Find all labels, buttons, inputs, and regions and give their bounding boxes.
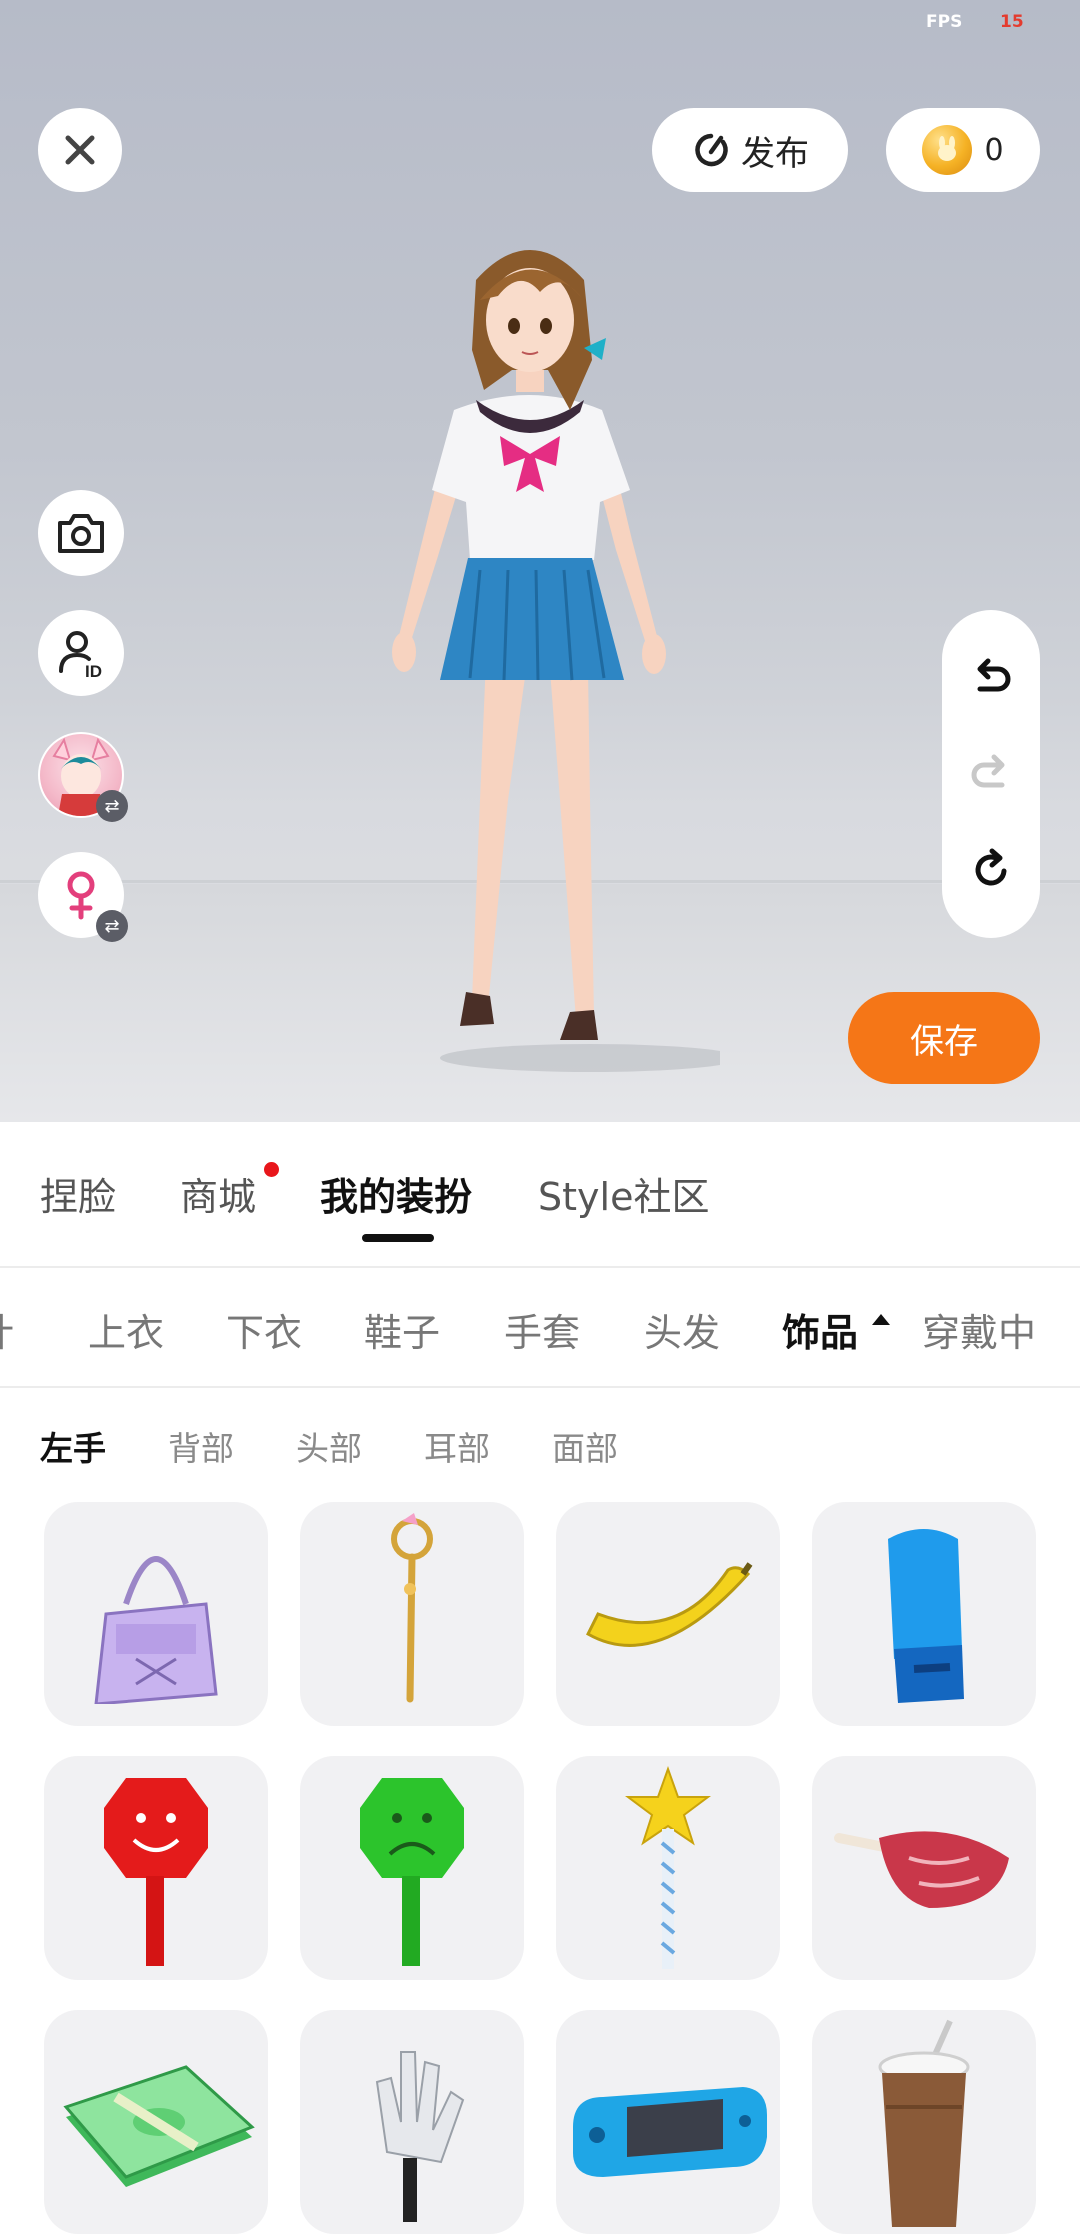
- divider: [0, 1386, 1080, 1388]
- item-purple-handbag[interactable]: [44, 1502, 268, 1726]
- category-tab-accessories[interactable]: 饰品: [782, 1302, 858, 1357]
- reset-icon[interactable]: [968, 847, 1014, 893]
- coin-icon: [922, 125, 973, 175]
- coin-balance-button[interactable]: 0: [886, 108, 1040, 192]
- glove-icon: [375, 2051, 465, 2222]
- accessory-subtab-bar: 左手 背部 头部 耳部 面部: [0, 1390, 1080, 1502]
- tab-face[interactable]: 捏脸: [40, 1166, 116, 1221]
- swap-icon: ⇄: [96, 790, 128, 822]
- subtab-ears[interactable]: 耳部: [424, 1422, 490, 1470]
- coffee-cup-icon: [878, 2019, 970, 2227]
- subtab-head[interactable]: 头部: [296, 1422, 362, 1470]
- main-tab-bar: 捏脸 商城 我的装扮 Style社区: [0, 1122, 1080, 1266]
- camera-icon: [58, 514, 104, 553]
- smiley-sign-icon: [104, 1778, 208, 1966]
- category-tab-hair[interactable]: 头发: [644, 1302, 720, 1357]
- redo-icon[interactable]: [968, 751, 1014, 797]
- boxing-glove-icon: [888, 1529, 964, 1703]
- save-button[interactable]: 保存: [848, 992, 1040, 1084]
- steak-icon: [834, 1831, 1009, 1908]
- staff-icon: [391, 1513, 433, 1703]
- category-tab-bar[interactable]: 计 上衣 下衣 鞋子 手套 头发 饰品 穿戴中: [0, 1268, 1080, 1386]
- publish-label: 发布: [741, 133, 809, 174]
- item-golden-staff[interactable]: [300, 1502, 524, 1726]
- gender-switch-button[interactable]: ⇄: [38, 852, 128, 942]
- item-cash-stack[interactable]: [44, 2010, 268, 2234]
- category-tab-wearing[interactable]: 穿戴中: [922, 1302, 1036, 1357]
- publish-button[interactable]: 发布: [652, 108, 848, 192]
- item-green-sad-sign[interactable]: [300, 1756, 524, 1980]
- item-blue-boxing-glove[interactable]: [812, 1502, 1036, 1726]
- item-handheld-game-console[interactable]: [556, 2010, 780, 2234]
- active-tab-indicator: [362, 1234, 434, 1242]
- subtab-left-hand[interactable]: 左手: [40, 1422, 106, 1470]
- notification-dot: [264, 1162, 279, 1177]
- banana-icon: [586, 1562, 753, 1647]
- avatar-character[interactable]: [380, 240, 720, 1080]
- camera-button[interactable]: [38, 490, 124, 576]
- handbag-icon: [94, 1556, 218, 1704]
- category-tab-tops[interactable]: 上衣: [88, 1302, 164, 1357]
- close-button[interactable]: [38, 108, 122, 192]
- item-coffee-cup[interactable]: [812, 2010, 1036, 2234]
- avatar-switch-button[interactable]: ⇄: [38, 732, 128, 822]
- tab-style-community[interactable]: Style社区: [538, 1166, 709, 1221]
- game-console-icon: [573, 2087, 767, 2177]
- avatar-viewport[interactable]: FPS 15 发布 0 ID ⇄ ⇄ 保存: [0, 0, 1080, 1122]
- subtab-back[interactable]: 背部: [168, 1422, 234, 1470]
- item-raw-steak[interactable]: [812, 1756, 1036, 1980]
- swap-icon: ⇄: [96, 910, 128, 942]
- category-tab-gloves[interactable]: 手套: [504, 1302, 580, 1357]
- fps-label: FPS: [926, 12, 963, 32]
- item-banana[interactable]: [556, 1502, 780, 1726]
- category-tab-shoes[interactable]: 鞋子: [364, 1302, 440, 1357]
- star-wand-icon: [625, 1766, 711, 1969]
- item-red-smiley-sign[interactable]: [44, 1756, 268, 1980]
- fps-value: 15: [1000, 12, 1024, 32]
- sad-sign-icon: [360, 1778, 464, 1966]
- coin-count: 0: [984, 132, 1004, 168]
- history-controls: [942, 610, 1040, 938]
- category-tab-bottoms[interactable]: 下衣: [226, 1302, 302, 1357]
- publish-icon: [695, 133, 728, 167]
- tab-mall[interactable]: 商城: [180, 1166, 256, 1221]
- cash-icon: [63, 2065, 255, 2187]
- item-white-glove[interactable]: [300, 2010, 524, 2234]
- tab-my-outfits[interactable]: 我的装扮: [320, 1166, 472, 1221]
- caret-up-icon: [872, 1314, 890, 1325]
- id-card-icon: ID: [59, 631, 102, 679]
- subtab-face[interactable]: 面部: [552, 1422, 618, 1470]
- item-star-wand[interactable]: [556, 1756, 780, 1980]
- category-tab-partial[interactable]: 计: [0, 1302, 14, 1357]
- female-icon: [67, 871, 95, 920]
- undo-icon[interactable]: [968, 655, 1014, 701]
- close-icon: [65, 135, 95, 165]
- svg-text:ID: ID: [85, 662, 102, 679]
- id-card-button[interactable]: ID: [38, 610, 124, 696]
